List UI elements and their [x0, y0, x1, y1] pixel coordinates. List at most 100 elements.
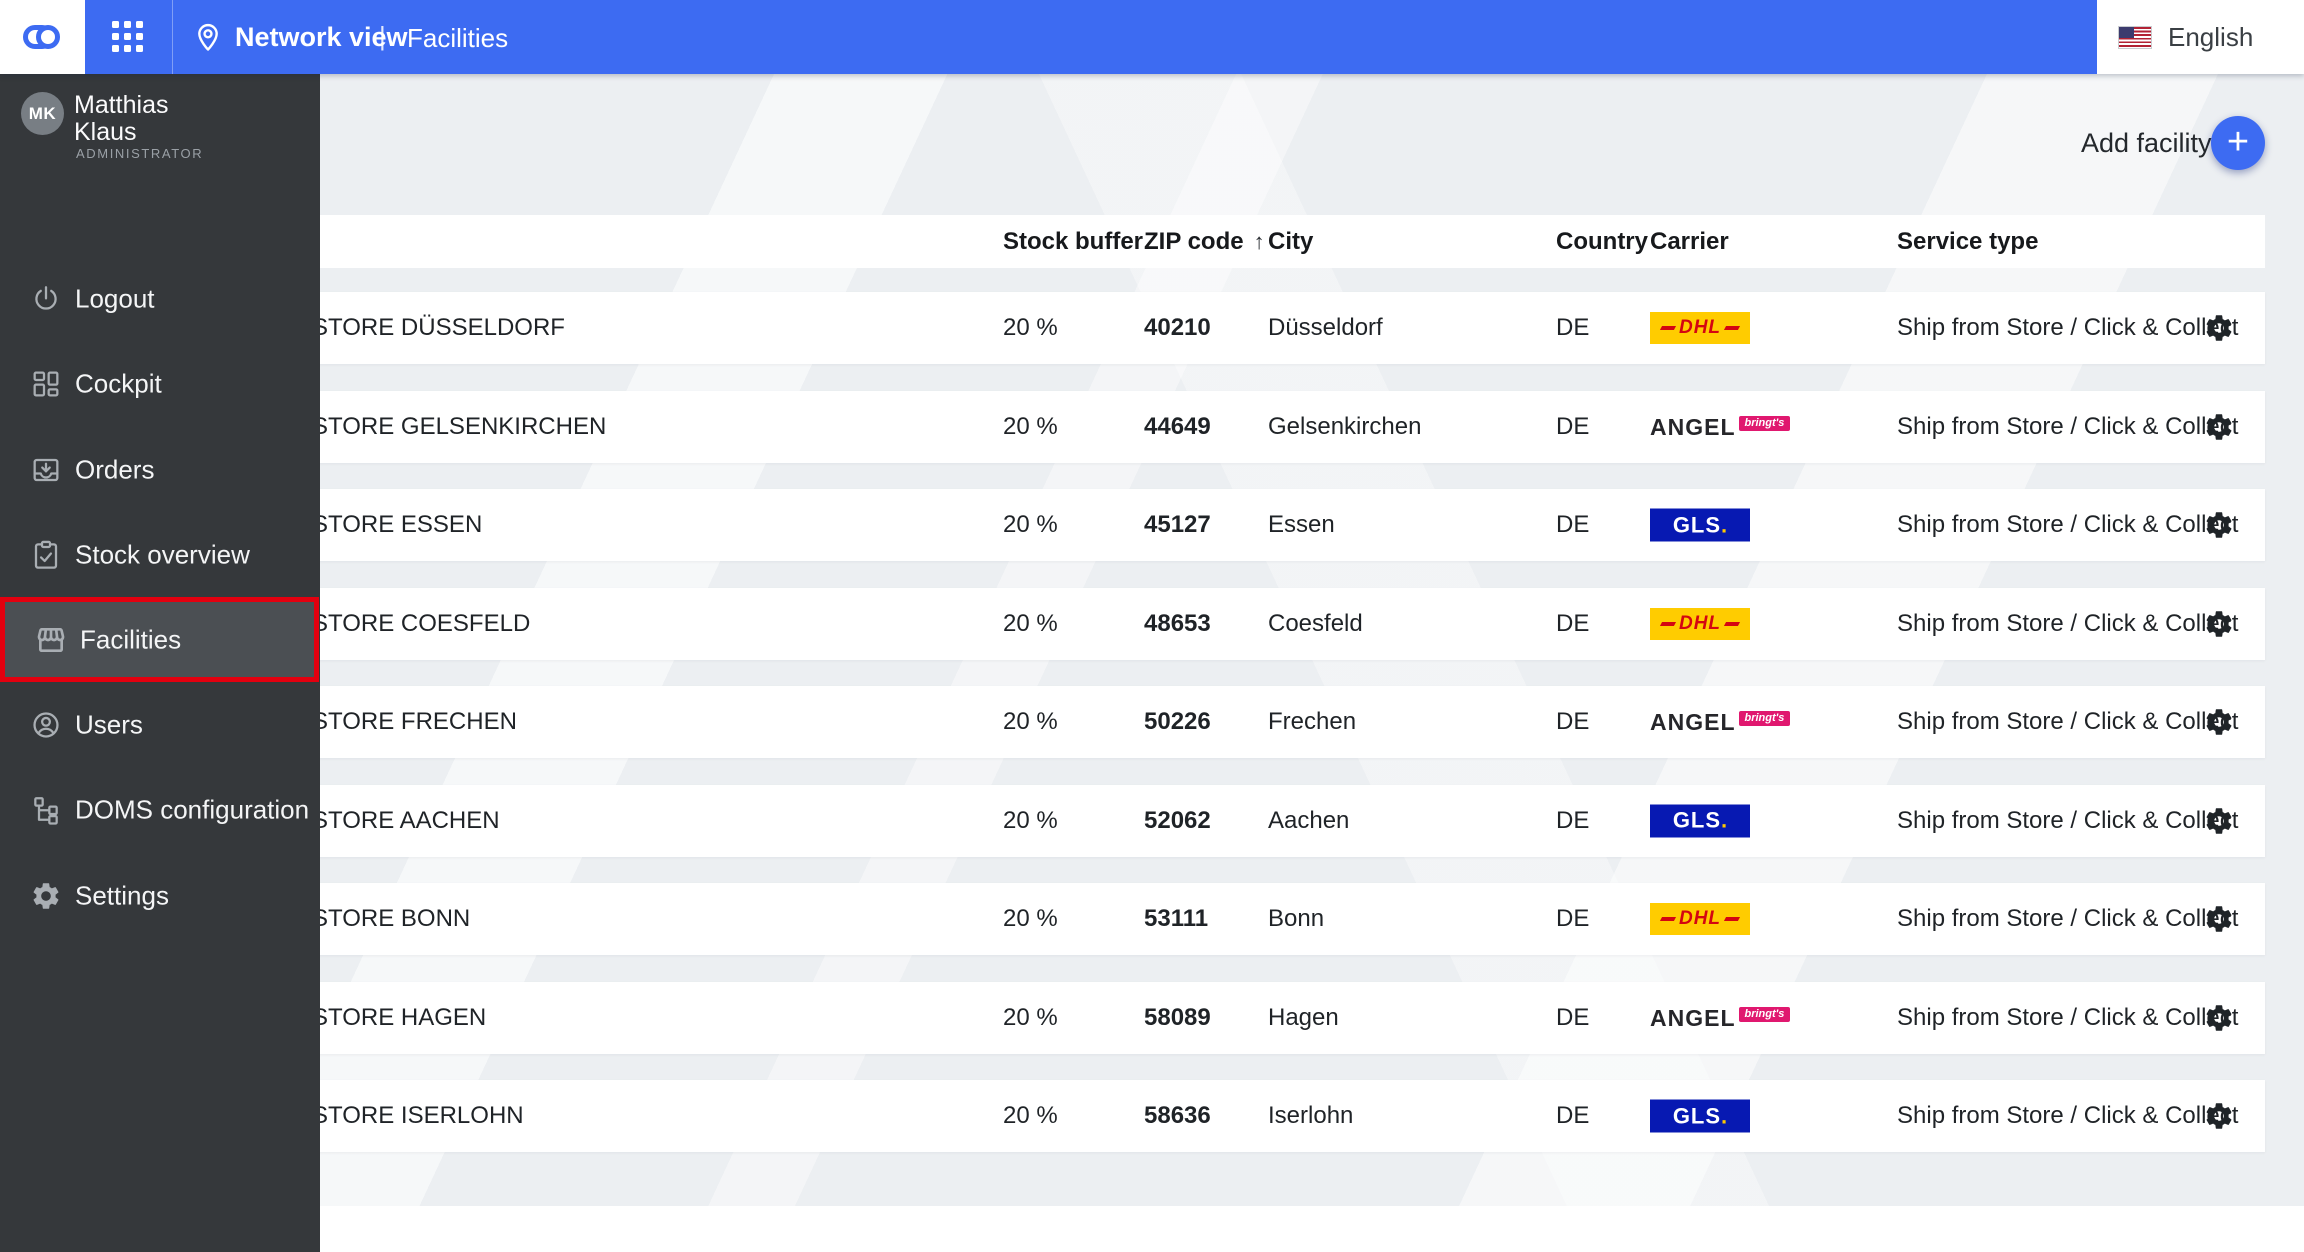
table-row[interactable]: STORE DÜSSELDORF 20 % 40210 Düsseldorf D… [283, 292, 2265, 364]
table-row[interactable]: STORE ISERLOHN 20 % 58636 Iserlohn DE GL… [283, 1080, 2265, 1152]
sidebar-item-doms-configuration[interactable]: DOMS configuration [0, 767, 320, 852]
app-switcher-icon[interactable] [112, 21, 145, 54]
row-settings-button[interactable] [2203, 1002, 2235, 1034]
gls-label: GLS [1672, 1103, 1722, 1128]
stock-buffer-value: 20 % [1003, 1102, 1058, 1129]
row-settings-button[interactable] [2203, 312, 2235, 344]
zip-value: 58636 [1144, 1102, 1211, 1129]
dashboard-icon [30, 368, 62, 400]
table-row[interactable]: STORE AACHEN 20 % 52062 Aachen DE GLS. S… [283, 784, 2265, 857]
row-settings-button[interactable] [2203, 608, 2235, 640]
row-settings-button[interactable] [2203, 706, 2235, 738]
schema-icon [30, 794, 62, 826]
table-row[interactable]: STORE GELSENKIRCHEN 20 % 44649 Gelsenkir… [283, 390, 2265, 463]
city-value: Iserlohn [1268, 1102, 1354, 1129]
city-value: Frechen [1268, 708, 1357, 735]
facility-name: STORE GELSENKIRCHEN [312, 412, 607, 440]
user-last-name: Klaus [74, 118, 137, 146]
brand-logo-icon [23, 25, 60, 49]
carrier-logo-gls: GLS. [1650, 508, 1750, 542]
storefront-icon [35, 624, 67, 656]
country-value: DE [1556, 806, 1590, 834]
facility-name: STORE ESSEN [312, 511, 483, 538]
facility-name: STORE BONN [312, 905, 471, 932]
city-value: Bonn [1268, 905, 1325, 932]
country-value: DE [1556, 1003, 1590, 1031]
user-name: Matthias Klaus [74, 92, 168, 146]
carrier-logo-angel: ANGEL bringt's [1650, 1006, 1791, 1029]
header-service-type[interactable]: Service type [1897, 228, 2038, 256]
header-city[interactable]: City [1268, 228, 1313, 256]
sidebar-item-logout[interactable]: Logout [0, 256, 320, 341]
city-value: Essen [1268, 511, 1335, 538]
stock-buffer-value: 20 % [1003, 806, 1058, 834]
sidebar-item-settings[interactable]: Settings [0, 853, 320, 938]
top-navbar: Network view | Facilities English [0, 0, 2304, 74]
row-settings-button[interactable] [2203, 1100, 2235, 1132]
dhl-dash [1659, 917, 1677, 921]
sidebar-item-orders[interactable]: Orders [0, 427, 320, 512]
dhl-label: DHL [1678, 317, 1722, 338]
sidebar-item-label: Facilities [80, 624, 182, 654]
sidebar-item-cockpit[interactable]: Cockpit [0, 341, 320, 426]
dhl-label: DHL [1678, 908, 1722, 929]
table-row[interactable]: STORE HAGEN 20 % 58089 Hagen DE ANGEL bri… [283, 981, 2265, 1054]
table-row[interactable]: STORE BONN 20 % 53111 Bonn DE DHL Ship f… [283, 883, 2265, 955]
header-stock-buffer[interactable]: Stock buffer [1003, 228, 1143, 256]
user-first-name: Matthias [74, 91, 169, 119]
angel-badge: bringt's [1738, 415, 1791, 431]
city-value: Aachen [1268, 806, 1350, 834]
carrier-logo-dhl: DHL [1650, 312, 1750, 344]
add-facility-button[interactable]: + [2211, 116, 2265, 170]
avatar: MK [21, 92, 64, 135]
service-type-value: Ship from Store / Click & Collect [1897, 905, 2239, 932]
gls-dot: . [1721, 1103, 1728, 1128]
dhl-dash [1723, 326, 1741, 330]
breadcrumb-current-page: Facilities [407, 23, 509, 53]
facility-name: STORE ISERLOHN [312, 1102, 524, 1129]
service-type-value: Ship from Store / Click & Collect [1897, 412, 2239, 440]
country-value: DE [1556, 905, 1590, 932]
service-type-value: Ship from Store / Click & Collect [1897, 511, 2239, 538]
service-type-value: Ship from Store / Click & Collect [1897, 1003, 2239, 1031]
row-settings-button[interactable] [2203, 411, 2235, 443]
add-facility-label[interactable]: Add facility [2081, 128, 2212, 159]
gls-dot: . [1721, 512, 1728, 537]
header-country[interactable]: Country [1556, 228, 1648, 256]
row-settings-button[interactable] [2203, 903, 2235, 935]
stock-buffer-value: 20 % [1003, 314, 1058, 341]
header-zip-code[interactable]: ZIP code ↑ [1144, 228, 1265, 256]
network-pin-icon [192, 21, 224, 58]
dhl-dash [1723, 917, 1741, 921]
angel-badge: bringt's [1738, 711, 1791, 726]
dhl-dash [1659, 621, 1677, 626]
country-value: DE [1556, 1102, 1590, 1129]
sidebar-item-facilities[interactable]: Facilities [0, 597, 319, 682]
service-type-value: Ship from Store / Click & Collect [1897, 314, 2239, 341]
sidebar-item-label: Users [75, 709, 143, 739]
carrier-logo-dhl: DHL [1650, 607, 1750, 640]
angel-label: ANGEL [1650, 413, 1736, 440]
sidebar-item-label: Stock overview [75, 539, 250, 569]
language-selector[interactable]: English [2097, 0, 2304, 74]
service-type-value: Ship from Store / Click & Collect [1897, 609, 2239, 637]
row-settings-button[interactable] [2203, 509, 2235, 541]
row-settings-button[interactable] [2203, 805, 2235, 837]
dhl-dash [1723, 621, 1741, 626]
table-row[interactable]: STORE FRECHEN 20 % 50226 Frechen DE ANGE… [283, 686, 2265, 758]
header-carrier[interactable]: Carrier [1650, 228, 1729, 256]
city-value: Düsseldorf [1268, 314, 1383, 341]
dhl-dash [1659, 326, 1677, 330]
sidebar-item-users[interactable]: Users [0, 682, 320, 767]
zip-value: 50226 [1144, 708, 1211, 735]
table-row[interactable]: STORE COESFELD 20 % 48653 Coesfeld DE DH… [283, 587, 2265, 660]
app-logo[interactable] [0, 0, 85, 74]
stock-buffer-value: 20 % [1003, 1003, 1058, 1031]
power-icon [30, 283, 62, 315]
gear-icon [30, 880, 62, 912]
facility-name: STORE HAGEN [312, 1003, 487, 1031]
table-row[interactable]: STORE ESSEN 20 % 45127 Essen DE GLS. Shi… [283, 489, 2265, 561]
sidebar-item-stock-overview[interactable]: Stock overview [0, 512, 320, 597]
header-zip-label: ZIP code [1144, 227, 1244, 255]
facility-name: STORE FRECHEN [312, 708, 517, 735]
